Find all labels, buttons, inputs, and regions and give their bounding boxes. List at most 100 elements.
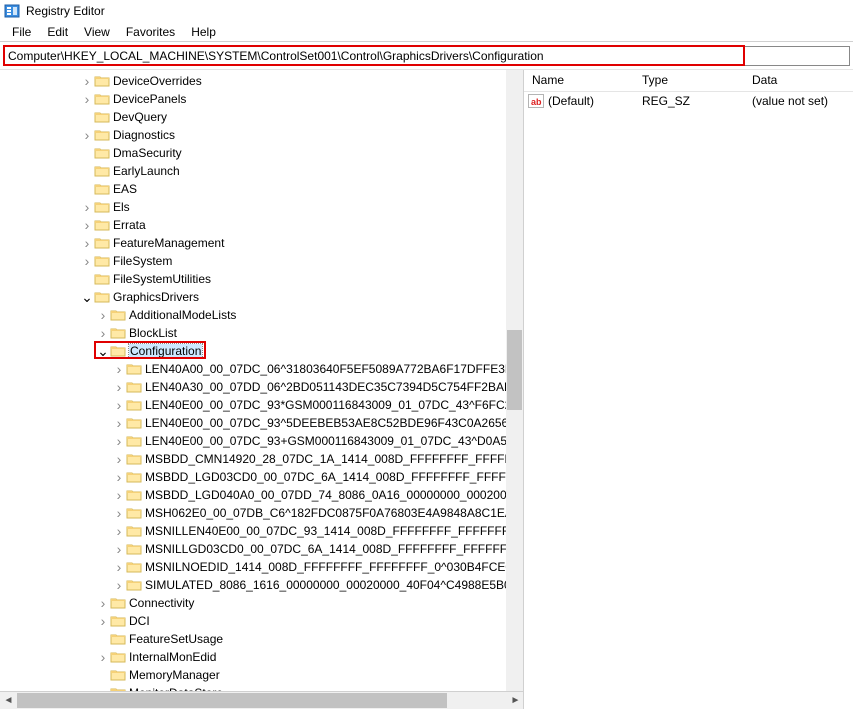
folder-icon	[94, 272, 110, 286]
chevron-right-icon[interactable]: ›	[80, 218, 94, 232]
value-type: REG_SZ	[634, 94, 744, 108]
tree-item[interactable]: ›MSH062E0_00_07DB_C6^182FDC0875F0A76803E…	[0, 504, 523, 522]
tree-item-label: MSNILLEN40E00_00_07DC_93_1414_008D_FFFFF…	[145, 524, 524, 538]
window-title: Registry Editor	[26, 4, 105, 18]
folder-icon	[94, 182, 110, 196]
column-header-data[interactable]: Data	[744, 70, 853, 91]
tree-item[interactable]: ›MSNILLGD03CD0_00_07DC_6A_1414_008D_FFFF…	[0, 540, 523, 558]
folder-icon	[94, 236, 110, 250]
menu-edit[interactable]: Edit	[39, 23, 76, 41]
tree-item-label: InternalMonEdid	[129, 650, 216, 664]
tree-item[interactable]: FeatureSetUsage	[0, 630, 523, 648]
chevron-right-icon[interactable]: ›	[112, 434, 126, 448]
chevron-right-icon[interactable]: ›	[96, 326, 110, 340]
tree-item[interactable]: ›FeatureManagement	[0, 234, 523, 252]
tree-item[interactable]: ›Errata	[0, 216, 523, 234]
chevron-right-icon[interactable]: ›	[112, 542, 126, 556]
value-row[interactable]: ab(Default)REG_SZ(value not set)	[524, 92, 853, 110]
chevron-right-icon[interactable]: ›	[96, 614, 110, 628]
tree-item-label: DmaSecurity	[113, 146, 182, 160]
tree-item[interactable]: ›MSBDD_LGD040A0_00_07DD_74_8086_0A16_000…	[0, 486, 523, 504]
folder-icon	[110, 650, 126, 664]
menu-file[interactable]: File	[4, 23, 39, 41]
chevron-down-icon[interactable]: ⌄	[80, 292, 94, 302]
chevron-right-icon[interactable]: ›	[112, 578, 126, 592]
menu-favorites[interactable]: Favorites	[118, 23, 183, 41]
chevron-right-icon[interactable]: ›	[112, 452, 126, 466]
tree-horizontal-scrollbar[interactable]: ◄ ►	[0, 692, 524, 709]
tree-item[interactable]: MemoryManager	[0, 666, 523, 684]
chevron-right-icon[interactable]: ›	[112, 362, 126, 376]
tree-item[interactable]: ›DCI	[0, 612, 523, 630]
values-panel[interactable]: Name Type Data ab(Default)REG_SZ(value n…	[524, 70, 853, 709]
scroll-left-icon[interactable]: ◄	[0, 692, 17, 709]
tree-item[interactable]: DmaSecurity	[0, 144, 523, 162]
tree-item[interactable]: ›MSNILNOEDID_1414_008D_FFFFFFFF_FFFFFFFF…	[0, 558, 523, 576]
chevron-right-icon[interactable]: ›	[112, 380, 126, 394]
tree-item[interactable]: FileSystemUtilities	[0, 270, 523, 288]
tree-item[interactable]: ›LEN40E00_00_07DC_93^5DEEBEB53AE8C52BDE9…	[0, 414, 523, 432]
tree-item[interactable]: ›MSBDD_LGD03CD0_00_07DC_6A_1414_008D_FFF…	[0, 468, 523, 486]
chevron-right-icon[interactable]: ›	[80, 128, 94, 142]
chevron-right-icon[interactable]: ›	[96, 308, 110, 322]
folder-icon	[110, 308, 126, 322]
tree-item[interactable]: ›FileSystem	[0, 252, 523, 270]
tree-item[interactable]: ›LEN40A30_00_07DD_06^2BD051143DEC35C7394…	[0, 378, 523, 396]
tree-item[interactable]: ⌄GraphicsDrivers	[0, 288, 523, 306]
folder-icon	[110, 632, 126, 646]
chevron-right-icon[interactable]: ›	[112, 506, 126, 520]
registry-tree[interactable]: ›DeviceOverrides›DevicePanelsDevQuery›Di…	[0, 70, 523, 709]
folder-icon	[126, 542, 142, 556]
address-bar[interactable]	[3, 46, 850, 66]
tree-item[interactable]: ›Connectivity	[0, 594, 523, 612]
chevron-right-icon[interactable]: ›	[112, 524, 126, 538]
chevron-right-icon[interactable]: ›	[96, 650, 110, 664]
chevron-right-icon[interactable]: ›	[112, 560, 126, 574]
chevron-right-icon[interactable]: ›	[96, 596, 110, 610]
tree-panel[interactable]: ›DeviceOverrides›DevicePanelsDevQuery›Di…	[0, 70, 524, 709]
tree-item-label: AdditionalModeLists	[129, 308, 236, 322]
tree-item[interactable]: EAS	[0, 180, 523, 198]
scrollbar-thumb[interactable]	[17, 693, 447, 708]
column-header-name[interactable]: Name	[524, 70, 634, 91]
tree-item[interactable]: › MSNILLEN40E00_00_07DC_93_1414_008D_FFFF…	[0, 522, 523, 540]
values-list[interactable]: ab(Default)REG_SZ(value not set)	[524, 92, 853, 110]
tree-item[interactable]: ›LEN40E00_00_07DC_93*GSM000116843009_01_…	[0, 396, 523, 414]
chevron-right-icon[interactable]: ›	[112, 470, 126, 484]
chevron-right-icon[interactable]: ›	[80, 74, 94, 88]
tree-item[interactable]: › InternalMonEdid	[0, 648, 523, 666]
tree-item[interactable]: ⌄Configuration	[0, 342, 523, 360]
chevron-down-icon[interactable]: ⌄	[96, 346, 110, 356]
scrollbar-thumb[interactable]	[507, 330, 522, 410]
tree-item[interactable]: ›DeviceOverrides	[0, 72, 523, 90]
scroll-right-icon[interactable]: ►	[507, 692, 524, 709]
tree-item-label: SIMULATED_8086_1616_00000000_00020000_40…	[145, 578, 524, 592]
menu-help[interactable]: Help	[183, 23, 224, 41]
chevron-right-icon[interactable]: ›	[112, 488, 126, 502]
tree-item[interactable]: DevQuery	[0, 108, 523, 126]
tree-item[interactable]: ›BlockList	[0, 324, 523, 342]
chevron-right-icon[interactable]: ›	[112, 398, 126, 412]
value-data: (value not set)	[744, 94, 853, 108]
column-header-type[interactable]: Type	[634, 70, 744, 91]
tree-item[interactable]: ›Diagnostics	[0, 126, 523, 144]
menu-bar: File Edit View Favorites Help	[0, 22, 853, 42]
chevron-right-icon[interactable]: ›	[80, 92, 94, 106]
tree-item[interactable]: EarlyLaunch	[0, 162, 523, 180]
tree-item[interactable]: › SIMULATED_8086_1616_00000000_00020000_4…	[0, 576, 523, 594]
tree-item[interactable]: ›Els	[0, 198, 523, 216]
tree-vertical-scrollbar[interactable]	[506, 70, 523, 692]
folder-icon	[126, 488, 142, 502]
chevron-right-icon[interactable]: ›	[80, 200, 94, 214]
tree-item[interactable]: ›LEN40E00_00_07DC_93+GSM000116843009_01_…	[0, 432, 523, 450]
tree-item[interactable]: ›LEN40A00_00_07DC_06^31803640F5EF5089A77…	[0, 360, 523, 378]
tree-item[interactable]: › AdditionalModeLists	[0, 306, 523, 324]
tree-item[interactable]: ›DevicePanels	[0, 90, 523, 108]
chevron-right-icon[interactable]: ›	[80, 236, 94, 250]
tree-item[interactable]: ›MSBDD_CMN14920_28_07DC_1A_1414_008D_FFF…	[0, 450, 523, 468]
folder-icon	[126, 578, 142, 592]
chevron-right-icon[interactable]: ›	[80, 254, 94, 268]
folder-icon	[126, 524, 142, 538]
chevron-right-icon[interactable]: ›	[112, 416, 126, 430]
menu-view[interactable]: View	[76, 23, 118, 41]
